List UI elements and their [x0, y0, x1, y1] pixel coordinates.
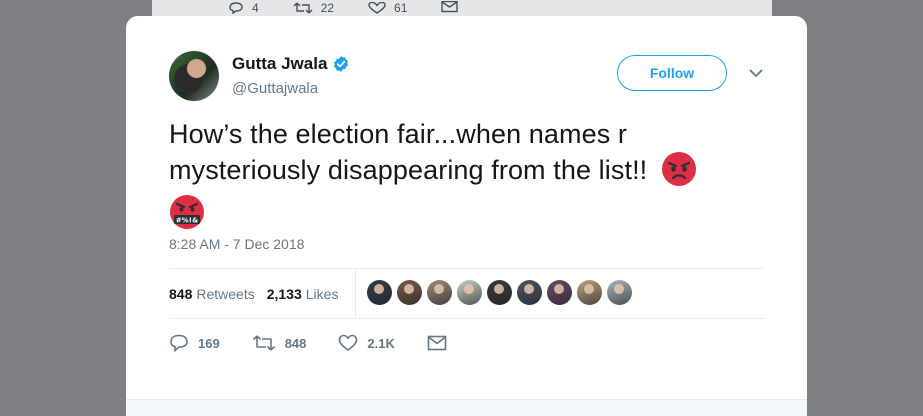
- liker-avatar[interactable]: [397, 280, 422, 305]
- tweet-timestamp[interactable]: 8:28 AM - 7 Dec 2018: [169, 236, 304, 252]
- retweet-count: 848: [284, 335, 307, 351]
- reply-count: 169: [198, 335, 220, 351]
- liker-avatar[interactable]: [577, 280, 602, 305]
- liker-avatar[interactable]: [427, 280, 452, 305]
- liker-avatar[interactable]: [547, 280, 572, 305]
- reply-button[interactable]: 169: [169, 334, 220, 352]
- chevron-down-icon[interactable]: [749, 68, 763, 78]
- divider-bottom: [169, 318, 764, 319]
- background-dm-action[interactable]: [441, 1, 467, 13]
- mail-icon: [441, 1, 459, 13]
- background-reply-count: 4: [252, 1, 259, 15]
- heart-icon: [339, 334, 358, 352]
- tweet-stats: 848 Retweets 2,133 Likes: [169, 286, 350, 302]
- retweet-icon: [293, 2, 313, 14]
- reply-icon: [170, 334, 188, 352]
- verified-badge-icon: [334, 56, 349, 72]
- likers-avatars: [367, 280, 637, 305]
- retweets-count[interactable]: 848: [169, 286, 192, 302]
- tweet-actions: 169 848 2.1K: [169, 334, 488, 352]
- retweet-icon: [252, 335, 275, 351]
- background-retweet-count: 22: [320, 1, 335, 15]
- retweet-button[interactable]: 848: [252, 334, 307, 352]
- author-handle[interactable]: @Guttajwala: [232, 80, 318, 97]
- liker-avatar[interactable]: [607, 280, 632, 305]
- background-reply-action[interactable]: 4: [228, 1, 259, 15]
- stats-separator: [355, 268, 356, 318]
- likes-label[interactable]: Likes: [306, 286, 339, 302]
- background-tweet-actions: 4 22 61: [228, 0, 501, 16]
- follow-button[interactable]: Follow: [617, 55, 727, 91]
- author-name-row: Gutta Jwala: [232, 54, 350, 74]
- liker-avatar[interactable]: [517, 280, 542, 305]
- reply-icon: [229, 2, 243, 14]
- card-footer: [126, 399, 807, 416]
- tweet-text: How’s the election fair...when names r m…: [169, 116, 769, 230]
- likes-count[interactable]: 2,133: [267, 286, 302, 302]
- tweet-card: Gutta Jwala @Guttajwala Follow How’s the…: [126, 16, 807, 416]
- liker-avatar[interactable]: [487, 280, 512, 305]
- cursing-face-emoji: #%!&: [170, 194, 204, 229]
- author-avatar[interactable]: [169, 51, 219, 101]
- divider-top: [169, 268, 764, 269]
- background-like-action[interactable]: 61: [368, 1, 407, 15]
- author-name[interactable]: Gutta Jwala: [232, 54, 327, 74]
- liker-avatar[interactable]: [367, 280, 392, 305]
- retweets-label[interactable]: Retweets: [196, 286, 254, 302]
- svg-text:#%!&: #%!&: [176, 216, 199, 224]
- direct-message-button[interactable]: [427, 335, 456, 351]
- heart-icon: [368, 2, 386, 14]
- angry-face-emoji: [661, 151, 696, 186]
- like-button[interactable]: 2.1K: [338, 334, 395, 352]
- background-like-count: 61: [394, 1, 408, 15]
- mail-icon: [427, 335, 447, 351]
- like-count: 2.1K: [367, 335, 395, 351]
- liker-avatar[interactable]: [457, 280, 482, 305]
- tweet-body: How’s the election fair...when names r m…: [169, 119, 648, 185]
- background-retweet-action[interactable]: 22: [293, 1, 334, 15]
